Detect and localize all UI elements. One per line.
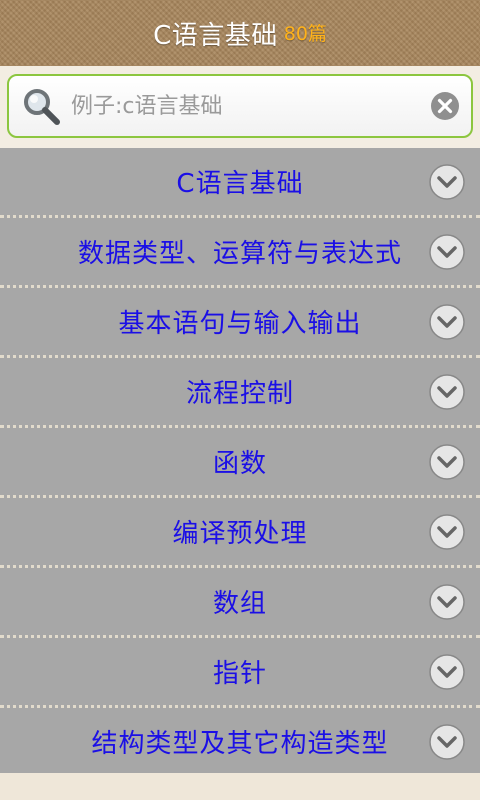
chevron-down-icon[interactable]: [428, 163, 466, 201]
chevron-down-icon[interactable]: [428, 373, 466, 411]
list-item-label: 指针: [212, 659, 267, 689]
chevron-down-icon[interactable]: [428, 583, 466, 621]
list-item-label: 数组: [212, 589, 267, 619]
list-item[interactable]: 编译预处理: [0, 498, 480, 568]
list-item[interactable]: 基本语句与输入输出: [0, 288, 480, 358]
list-item[interactable]: 结构类型及其它构造类型: [0, 708, 480, 775]
list-item[interactable]: C语言基础: [0, 148, 480, 218]
clear-icon[interactable]: [429, 90, 461, 122]
list-item[interactable]: 数组: [0, 568, 480, 638]
list-item[interactable]: 流程控制: [0, 358, 480, 428]
header-bar: C语言基础 80篇: [0, 0, 480, 67]
list-item-label: 基本语句与输入输出: [118, 309, 362, 339]
list-item-label: 数据类型、运算符与表达式: [77, 239, 402, 269]
article-count: 80篇: [283, 22, 327, 45]
list-item[interactable]: 数据类型、运算符与表达式: [0, 218, 480, 288]
page-title: C语言基础: [153, 20, 278, 51]
chevron-down-icon[interactable]: [428, 723, 466, 761]
list-item-label: 函数: [212, 449, 267, 479]
category-list: C语言基础 数据类型、运算符与表达式 基本语句与输入输出 流程控制 函数 编译预…: [0, 148, 480, 775]
chevron-down-icon[interactable]: [428, 443, 466, 481]
list-item[interactable]: 指针: [0, 638, 480, 708]
search-icon[interactable]: [19, 84, 63, 128]
list-item-label: 编译预处理: [172, 519, 308, 549]
search-input[interactable]: [63, 93, 429, 119]
list-item-label: 流程控制: [185, 379, 294, 409]
list-item-label: C语言基础: [176, 169, 304, 199]
bottom-background: [0, 773, 480, 800]
search-area: [0, 66, 480, 148]
chevron-down-icon[interactable]: [428, 233, 466, 271]
search-box[interactable]: [7, 74, 473, 138]
chevron-down-icon[interactable]: [428, 513, 466, 551]
chevron-down-icon[interactable]: [428, 303, 466, 341]
list-item-label: 结构类型及其它构造类型: [91, 729, 389, 759]
chevron-down-icon[interactable]: [428, 653, 466, 691]
list-item[interactable]: 函数: [0, 428, 480, 498]
